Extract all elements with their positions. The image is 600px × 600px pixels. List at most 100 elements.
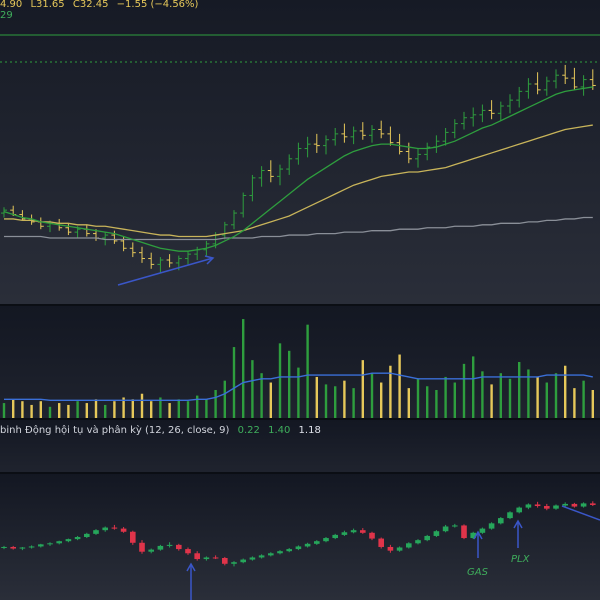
macd-value-2: 1.40 [268,425,291,436]
volume-bar [177,399,180,418]
index-candle [323,538,329,542]
volume-bar [205,399,208,418]
index-candle [498,518,504,524]
low-value: 31.65 [36,0,65,10]
volume-bar [150,401,153,418]
volume-bar [232,347,236,418]
index-candle [176,544,182,550]
index-candle [442,526,449,532]
volume-bar [288,350,291,418]
index-candle [10,546,16,549]
index-candle [360,530,366,533]
change-value: −1.55 (−4.56%) [116,0,199,10]
volume-bar [278,343,282,418]
volume-bar [260,373,263,418]
volume-bar [444,376,447,418]
index-candle [93,530,99,534]
volume-bar [67,404,70,418]
index-candle [56,541,62,544]
index-candle [111,527,118,529]
volume-bar [426,386,429,418]
index-candle [130,531,136,543]
index-candle [185,549,191,554]
volume-bar [361,360,364,418]
index-candle [286,549,292,552]
index-candle [387,546,394,551]
volume-bar [481,371,484,418]
volume-bar [168,403,171,418]
volume-bar [21,401,24,418]
volume-bar [573,388,576,418]
index-candle [120,528,127,532]
volume-bar [462,363,466,418]
volume-bar [545,382,548,418]
macd-legend[interactable]: binh Động hội tụ và phân kỳ (12, 26, clo… [0,425,326,436]
index-candle [396,547,403,551]
index-candle [553,505,559,509]
volume-bar [223,380,226,418]
high-value: 4.90 [0,0,23,10]
volume-bar [536,376,539,418]
volume-bar [591,390,594,418]
macd-title: binh Động hội tụ và phân kỳ (12, 26, clo… [0,425,230,436]
index-candle [74,537,81,540]
volume-bar [85,403,88,418]
volume-bar [508,378,512,418]
volume-bar [416,378,420,418]
index-candle [332,534,338,539]
volume-bar [48,406,52,418]
index-candle [1,546,7,548]
volume-bar [334,386,337,418]
index-panel-bg [0,474,600,600]
index-candle [222,558,228,564]
volume-bar [2,403,6,418]
index-candle [231,562,237,564]
volume-bar [104,404,107,418]
index-candle [415,540,421,544]
index-candle [488,523,495,529]
volume-bar [554,373,558,418]
volume-bar [297,367,300,418]
index-candle [516,507,522,513]
index-candle [562,503,568,506]
macd-value-1: 0.22 [237,425,260,436]
close-label: C [72,0,80,10]
index-candle [258,555,265,558]
index-candle [314,541,320,544]
volume-bar [242,319,245,418]
index-candle [47,543,53,545]
macd-value-3: 1.18 [298,425,321,436]
chart-canvas[interactable]: GAS PLX [0,0,600,600]
index-candle [304,543,311,547]
index-candle [19,547,26,549]
volume-bar [113,401,116,418]
volume-bar [140,393,144,418]
index-candle [479,528,486,533]
ma-legend: 29 [0,10,13,21]
volume-bar [39,401,42,418]
volume-bar [564,365,567,418]
index-candle [203,557,210,560]
volume-bar [352,388,355,418]
index-candle [590,503,596,505]
volume-bar [306,324,309,418]
price-header: 4.90 L31.65 C32.45 −1.55 (−4.56%) [0,0,203,10]
volume-bar [435,390,438,418]
index-candle [102,527,108,531]
volume-bar [582,380,585,418]
index-candle [433,531,440,536]
volume-bar [370,373,374,418]
annotation-plx: PLX [511,554,531,565]
index-candle [28,546,35,548]
index-candle [240,559,246,563]
index-candle [277,551,283,554]
close-value: 32.45 [79,0,109,10]
volume-bar [315,376,318,418]
volume-bar [30,404,33,418]
volume-bar [186,401,190,418]
volume-bar [518,362,521,418]
volume-bar [58,403,61,418]
index-candle [268,553,274,556]
index-candle [369,532,375,539]
index-candle [341,532,348,535]
